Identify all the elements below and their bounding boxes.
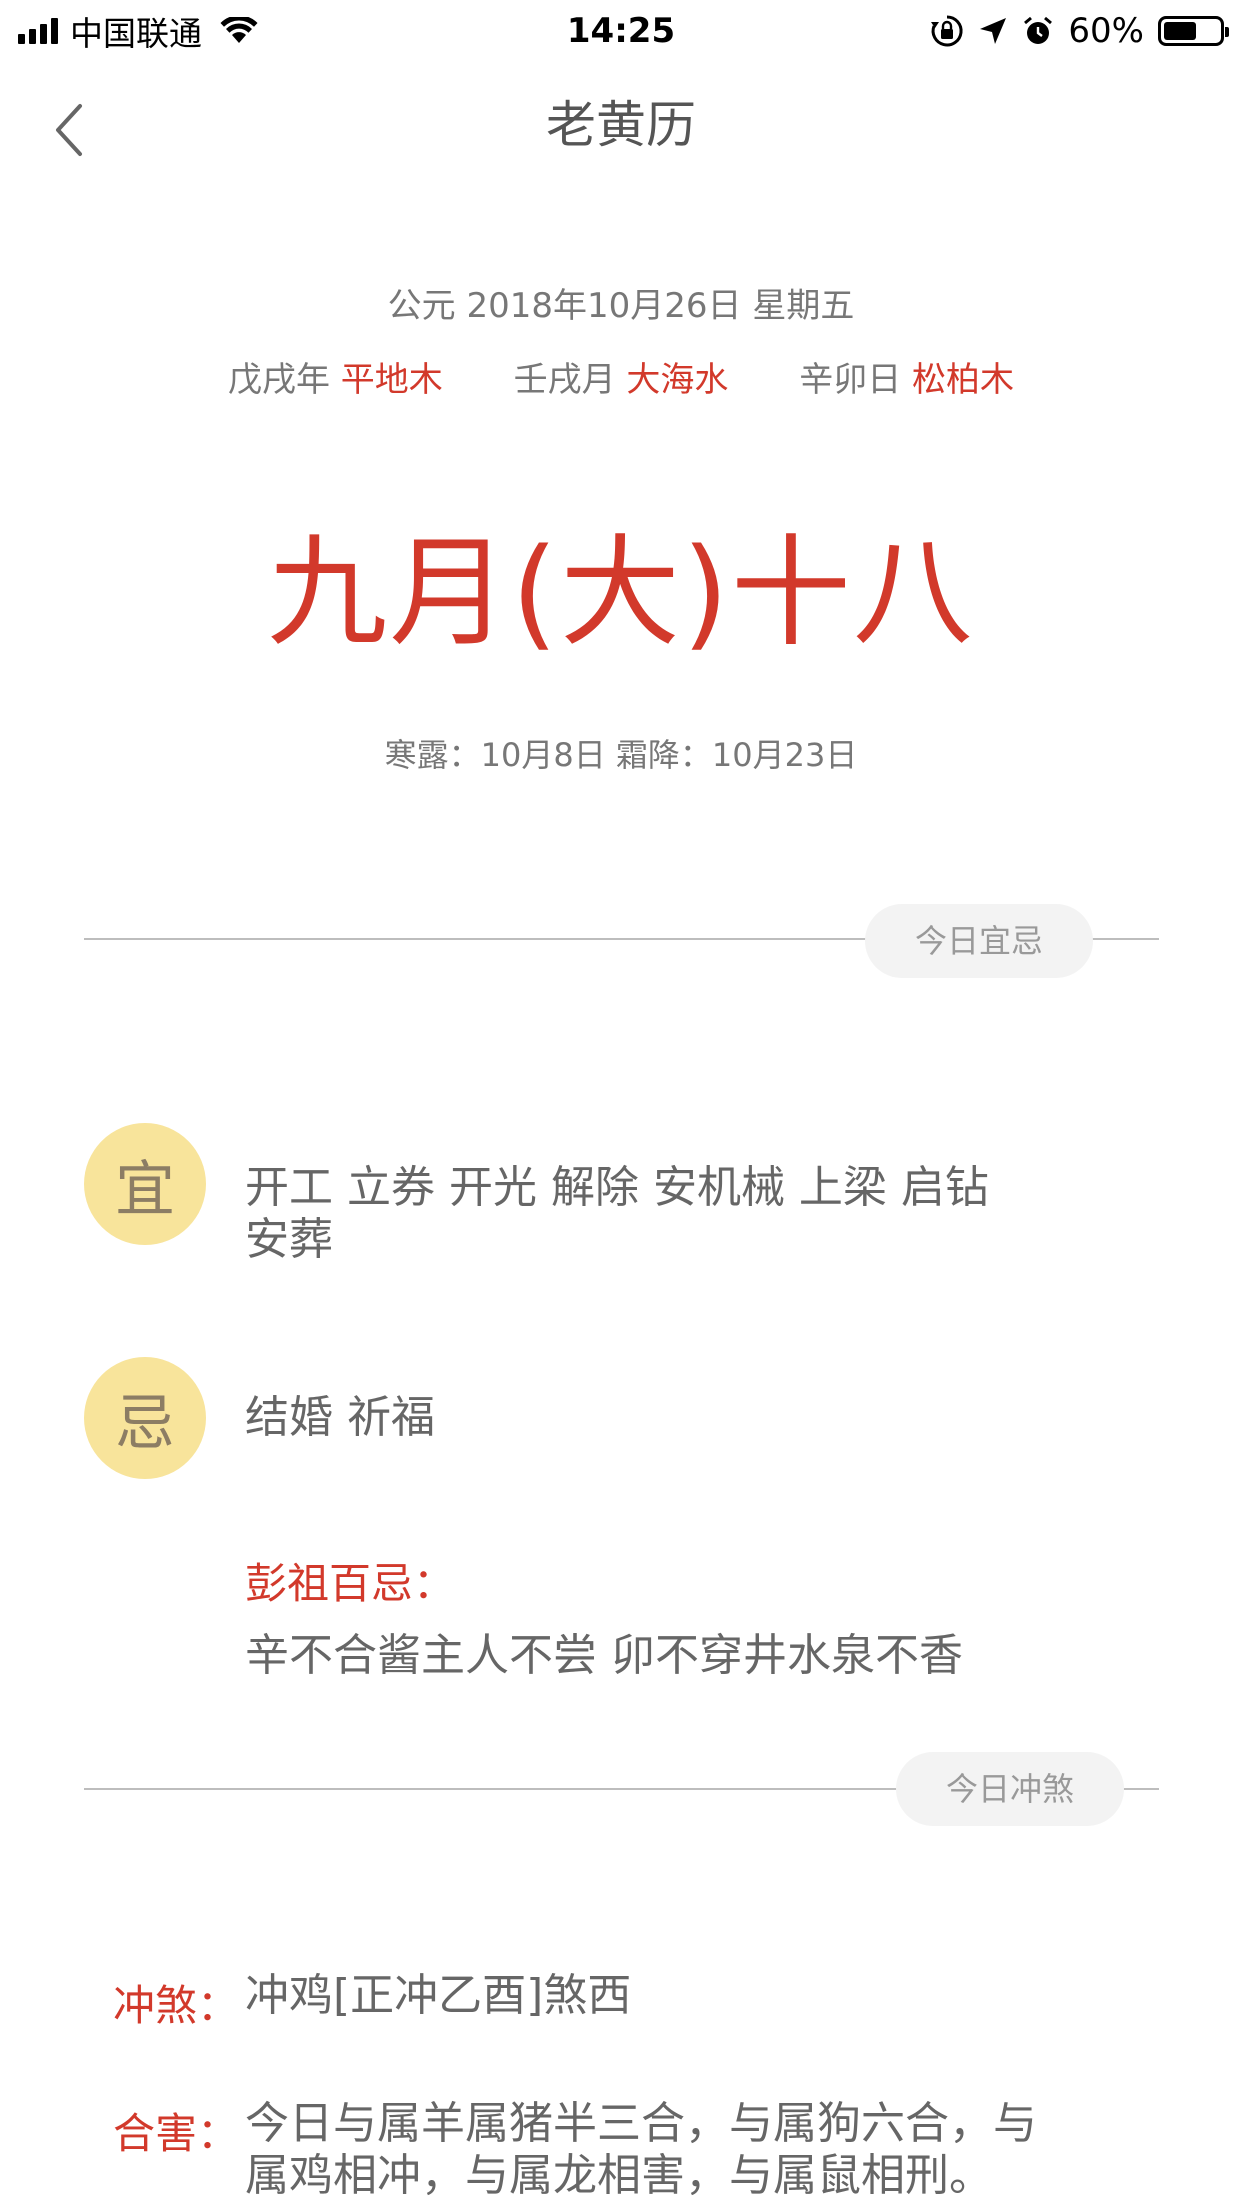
hehai-line-2: 属鸡相冲，与属龙相害，与属鼠相刑。 [245, 2150, 993, 2201]
month-ganzhi: 壬戌月 大海水 [514, 360, 729, 400]
alarm-icon [1024, 16, 1053, 44]
hehai-line-1: 今日与属羊属猪半三合，与属狗六合，与 [245, 2098, 1037, 2149]
yi-line-2: 安葬 [245, 1214, 333, 1265]
day-element: 松柏木 [912, 360, 1015, 400]
status-right: 60% [930, 8, 1229, 54]
yi-list: 开工 立券 开光 解除 安机械 上梁 启钻 安葬 [245, 1162, 1145, 1266]
month-ganzhi-text: 壬戌月 [513, 360, 616, 400]
ganzhi-row: 戊戌年 平地木 壬戌月 大海水 辛卯日 松柏木 [0, 352, 1242, 401]
lunar-date: 九月(大)十八 [267, 524, 975, 663]
battery-icon [1158, 16, 1229, 46]
section-title-chongsha: 今日冲煞 [896, 1752, 1124, 1826]
gregorian-date: 公元 2018年10月26日 星期五 [387, 286, 855, 326]
ji-list: 结婚 祈福 [245, 1392, 435, 1443]
day-ganzhi: 辛卯日 松柏木 [799, 360, 1014, 400]
chongsha-label: 冲煞： [113, 1981, 240, 2030]
hehai-label: 合害： [113, 2109, 240, 2158]
status-bar: 中国联通 14:25 60% [0, 0, 1242, 62]
yi-line-1: 开工 立券 开光 解除 安机械 上梁 启钻 [245, 1162, 989, 1213]
year-ganzhi-text: 戊戌年 [227, 360, 330, 400]
section-title-yiji: 今日宜忌 [865, 904, 1093, 978]
battery-percent: 60% [1068, 11, 1144, 51]
rotation-lock-icon [931, 15, 963, 47]
solar-terms: 寒露：10月8日 霜降：10月23日 [384, 736, 858, 774]
month-element: 大海水 [626, 360, 729, 400]
ji-badge: 忌 [84, 1357, 206, 1479]
day-ganzhi-text: 辛卯日 [799, 360, 902, 400]
hehai-text: 今日与属羊属猪半三合，与属狗六合，与 属鸡相冲，与属龙相害，与属鼠相刑。 [245, 2098, 1185, 2202]
year-ganzhi: 戊戌年 平地木 [228, 360, 443, 400]
pengzu-text: 辛不合酱主人不尝 卯不穿井水泉不香 [245, 1630, 963, 1681]
yi-badge: 宜 [84, 1123, 206, 1245]
page-title: 老黄历 [546, 96, 696, 154]
chongsha-text: 冲鸡[正冲乙酉]煞西 [245, 1970, 632, 2021]
pengzu-label: 彭祖百忌： [245, 1559, 456, 1608]
year-element: 平地木 [340, 360, 443, 400]
location-arrow-icon [980, 18, 1007, 44]
